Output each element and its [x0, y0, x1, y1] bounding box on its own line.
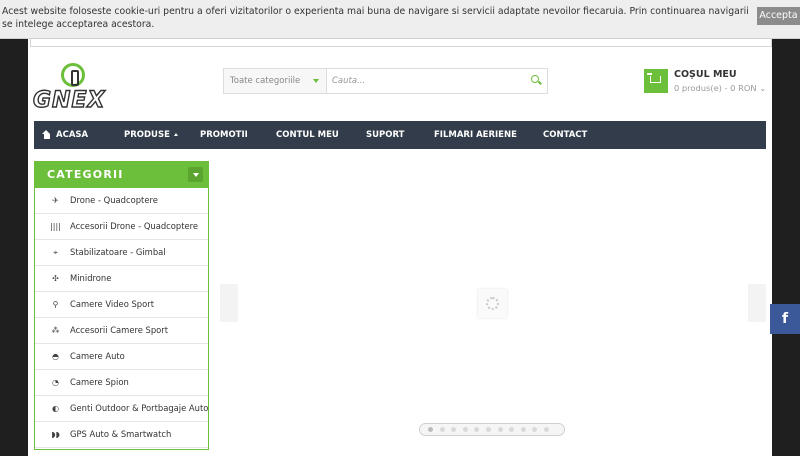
pagination-dot[interactable] — [532, 427, 538, 432]
category-label: Accesorii Camere Sport — [70, 325, 169, 335]
cookie-message: Acest website foloseste cookie-uri pentr… — [2, 6, 749, 30]
categories-title: CATEGORII — [47, 168, 124, 181]
category-item-accesorii-drone[interactable]: |||| Accesorii Drone - Quadcoptere — [35, 214, 208, 240]
cart-button[interactable] — [644, 69, 668, 93]
category-item-genti-outdoor[interactable]: ◐ Genti Outdoor & Portbagaje Auto — [35, 396, 208, 422]
pagination-dot[interactable] — [486, 427, 491, 432]
search-button[interactable] — [526, 69, 546, 93]
nav-item-contact[interactable]: CONTACT — [543, 121, 587, 149]
home-icon — [42, 130, 51, 139]
pagination-dot[interactable] — [544, 427, 549, 432]
nav-item-produse[interactable]: PRODUSE — [124, 121, 178, 149]
nav-item-acasa[interactable]: ACASA — [42, 121, 88, 149]
category-label: GPS Auto & Smartwatch — [70, 429, 172, 439]
category-label: Genti Outdoor & Portbagaje Auto — [70, 403, 209, 413]
logo-text: GNEX — [32, 87, 106, 113]
nav-item-suport[interactable]: SUPORT — [366, 121, 404, 149]
bag-icon: ◐ — [52, 404, 59, 413]
cookie-accept-button[interactable]: Accepta — [757, 7, 800, 25]
camera-accessories-icon: ⁂ — [51, 326, 60, 335]
spy-camera-icon: ◔ — [52, 378, 59, 387]
slider-pagination — [419, 423, 565, 436]
drone-accessories-icon: |||| — [50, 222, 61, 231]
cart-title[interactable]: COȘUL MEU — [674, 69, 737, 80]
sport-camera-icon: ⚲ — [52, 300, 59, 309]
category-label: Camere Spion — [70, 377, 129, 387]
category-label: Accesorii Drone - Quadcoptere — [70, 221, 199, 231]
cart-summary[interactable]: 0 produs(e) - 0 RON ⌄ — [674, 83, 766, 93]
loading-spinner — [478, 289, 507, 318]
categories-header: CATEGORII — [34, 161, 209, 188]
category-select-value: Toate categoriile — [230, 76, 301, 86]
pagination-dot[interactable] — [451, 427, 457, 432]
drone-icon: ✈ — [52, 196, 59, 205]
search-icon — [531, 75, 539, 83]
nav-item-label: FILMARI AERIENE — [434, 130, 517, 140]
nav-item-label: PROMOTII — [200, 130, 248, 140]
gps-watch-icon: ◗◗ — [51, 430, 60, 439]
nav-item-label: SUPORT — [366, 130, 405, 140]
nav-item-label: PRODUSE — [124, 130, 170, 140]
nav-item-label: CONTACT — [543, 130, 588, 140]
facebook-icon: f — [781, 311, 789, 327]
cart-icon — [647, 73, 661, 83]
gimbal-icon: ⌖ — [53, 248, 58, 257]
logo-mark-icon — [61, 63, 85, 87]
nav-item-filmari-aeriene[interactable]: FILMARI AERIENE — [434, 121, 517, 149]
page-background-left — [0, 39, 28, 456]
site-logo[interactable]: GNEX — [32, 63, 121, 114]
pagination-dot[interactable] — [474, 427, 480, 432]
category-item-minidrone[interactable]: ✣ Minidrone — [35, 266, 208, 292]
pagination-dot[interactable] — [520, 427, 526, 432]
category-label: Camere Video Sport — [70, 299, 154, 309]
category-label: Stabilizatoare - Gimbal — [70, 247, 166, 257]
categories-toggle-icon[interactable] — [188, 167, 203, 182]
pagination-dot[interactable] — [428, 427, 433, 432]
pagination-dot[interactable] — [509, 427, 515, 432]
search-bar: Toate categoriile — [223, 68, 548, 94]
main-nav: ACASA PRODUSE PROMOTII CONTUL MEU SUPORT… — [34, 121, 766, 149]
category-item-stabilizatoare[interactable]: ⌖ Stabilizatoare - Gimbal — [35, 240, 208, 266]
nav-item-label: CONTUL MEU — [276, 130, 339, 140]
category-label: Drone - Quadcoptere — [70, 195, 158, 205]
caret-up-icon — [173, 133, 178, 136]
nav-item-label: ACASA — [56, 130, 89, 140]
slider-prev-button[interactable] — [220, 284, 238, 322]
category-item-accesorii-camere[interactable]: ⁂ Accesorii Camere Sport — [35, 318, 208, 344]
cookie-banner: Acest website foloseste cookie-uri pentr… — [0, 0, 800, 39]
chevron-down-icon — [313, 79, 319, 83]
pagination-dot[interactable] — [439, 427, 445, 432]
nav-item-contul-meu[interactable]: CONTUL MEU — [276, 121, 339, 149]
spinner-icon — [486, 297, 499, 310]
category-item-drone[interactable]: ✈ Drone - Quadcoptere — [35, 188, 208, 214]
category-item-camere-video-sport[interactable]: ⚲ Camere Video Sport — [35, 292, 208, 318]
category-select[interactable]: Toate categoriile — [224, 69, 327, 93]
search-input[interactable] — [332, 69, 522, 93]
pagination-dot[interactable] — [462, 427, 468, 432]
car-camera-icon: ◓ — [52, 352, 59, 361]
slider-next-button[interactable] — [748, 284, 766, 322]
category-item-gps-smartwatch[interactable]: ◗◗ GPS Auto & Smartwatch — [35, 422, 208, 448]
pagination-dot[interactable] — [497, 427, 503, 432]
minidrone-icon: ✣ — [52, 274, 59, 283]
top-strip — [30, 39, 772, 47]
category-label: Camere Auto — [70, 351, 125, 361]
category-item-camere-spion[interactable]: ◔ Camere Spion — [35, 370, 208, 396]
category-label: Minidrone — [70, 273, 112, 283]
page-background-right — [772, 39, 800, 456]
nav-item-promotii[interactable]: PROMOTII — [200, 121, 248, 149]
facebook-tab[interactable]: f — [770, 304, 800, 334]
category-item-camere-auto[interactable]: ◓ Camere Auto — [35, 344, 208, 370]
